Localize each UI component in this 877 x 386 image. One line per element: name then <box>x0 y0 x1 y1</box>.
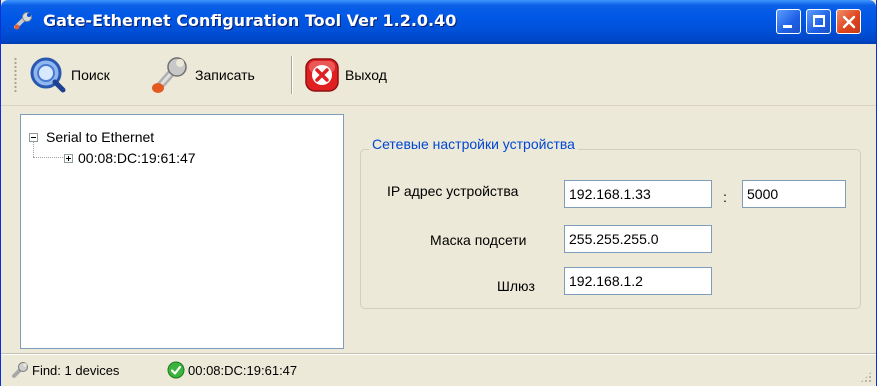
status-find: Find: 1 devices <box>11 361 119 379</box>
status-device: 00:08:DC:19:61:47 <box>167 361 297 379</box>
title-bar[interactable]: Gate-Ethernet Configuration Tool Ver 1.2… <box>1 0 876 44</box>
minimize-icon <box>783 25 792 28</box>
tree-node-root[interactable]: Serial to Ethernet <box>29 129 154 145</box>
exit-button[interactable]: Выход <box>303 50 387 100</box>
wrench-icon <box>12 362 28 378</box>
tree-line <box>33 141 34 157</box>
status-bar: Find: 1 devices 00:08:DC:19:61:47 <box>1 354 876 386</box>
gateway-label: Шлюз <box>497 278 535 294</box>
ip-address-input[interactable] <box>564 180 712 208</box>
close-button[interactable] <box>836 9 861 34</box>
close-icon <box>842 15 856 29</box>
search-button[interactable]: Поиск <box>29 50 110 100</box>
tree-line <box>33 157 63 158</box>
ip-label: IP адрес устройства <box>387 183 519 199</box>
write-label: Записать <box>195 67 255 83</box>
network-settings-title: Сетевые настройки устройства <box>369 136 578 152</box>
mask-label: Маска подсети <box>430 232 527 248</box>
main-panel: Serial to Ethernet 00:08:DC:19:61:47 Сет… <box>1 107 876 354</box>
exit-label: Выход <box>345 67 387 83</box>
device-tree[interactable]: Serial to Ethernet 00:08:DC:19:61:47 <box>20 114 344 349</box>
tree-root-label: Serial to Ethernet <box>46 129 155 145</box>
maximize-icon <box>813 15 825 27</box>
search-icon <box>30 57 66 93</box>
toolbar-separator <box>291 56 293 94</box>
tree-node-device[interactable]: 00:08:DC:19:61:47 <box>62 150 196 166</box>
exit-icon <box>305 58 339 92</box>
search-label: Поиск <box>71 67 110 83</box>
app-window: Gate-Ethernet Configuration Tool Ver 1.2… <box>0 0 877 386</box>
resize-grip[interactable] <box>860 371 872 383</box>
wrench-icon <box>152 57 187 93</box>
toolbar-grip[interactable] <box>14 57 17 93</box>
gateway-input[interactable] <box>564 267 712 295</box>
expand-icon[interactable] <box>64 153 73 163</box>
minimize-button[interactable] <box>776 9 801 34</box>
wrench-icon <box>14 12 32 30</box>
status-device-text: 00:08:DC:19:61:47 <box>188 362 298 378</box>
ip-port-separator: : <box>723 189 727 205</box>
check-icon <box>167 361 185 379</box>
tree-device-label: 00:08:DC:19:61:47 <box>78 150 196 166</box>
write-button[interactable]: Записать <box>149 50 255 100</box>
subnet-mask-input[interactable] <box>564 225 712 253</box>
port-input[interactable] <box>742 180 846 208</box>
window-title: Gate-Ethernet Configuration Tool Ver 1.2… <box>43 11 457 30</box>
maximize-button[interactable] <box>806 9 831 34</box>
status-find-text: Find: 1 devices <box>32 362 120 378</box>
toolbar: Поиск Записать Выход <box>1 44 876 106</box>
